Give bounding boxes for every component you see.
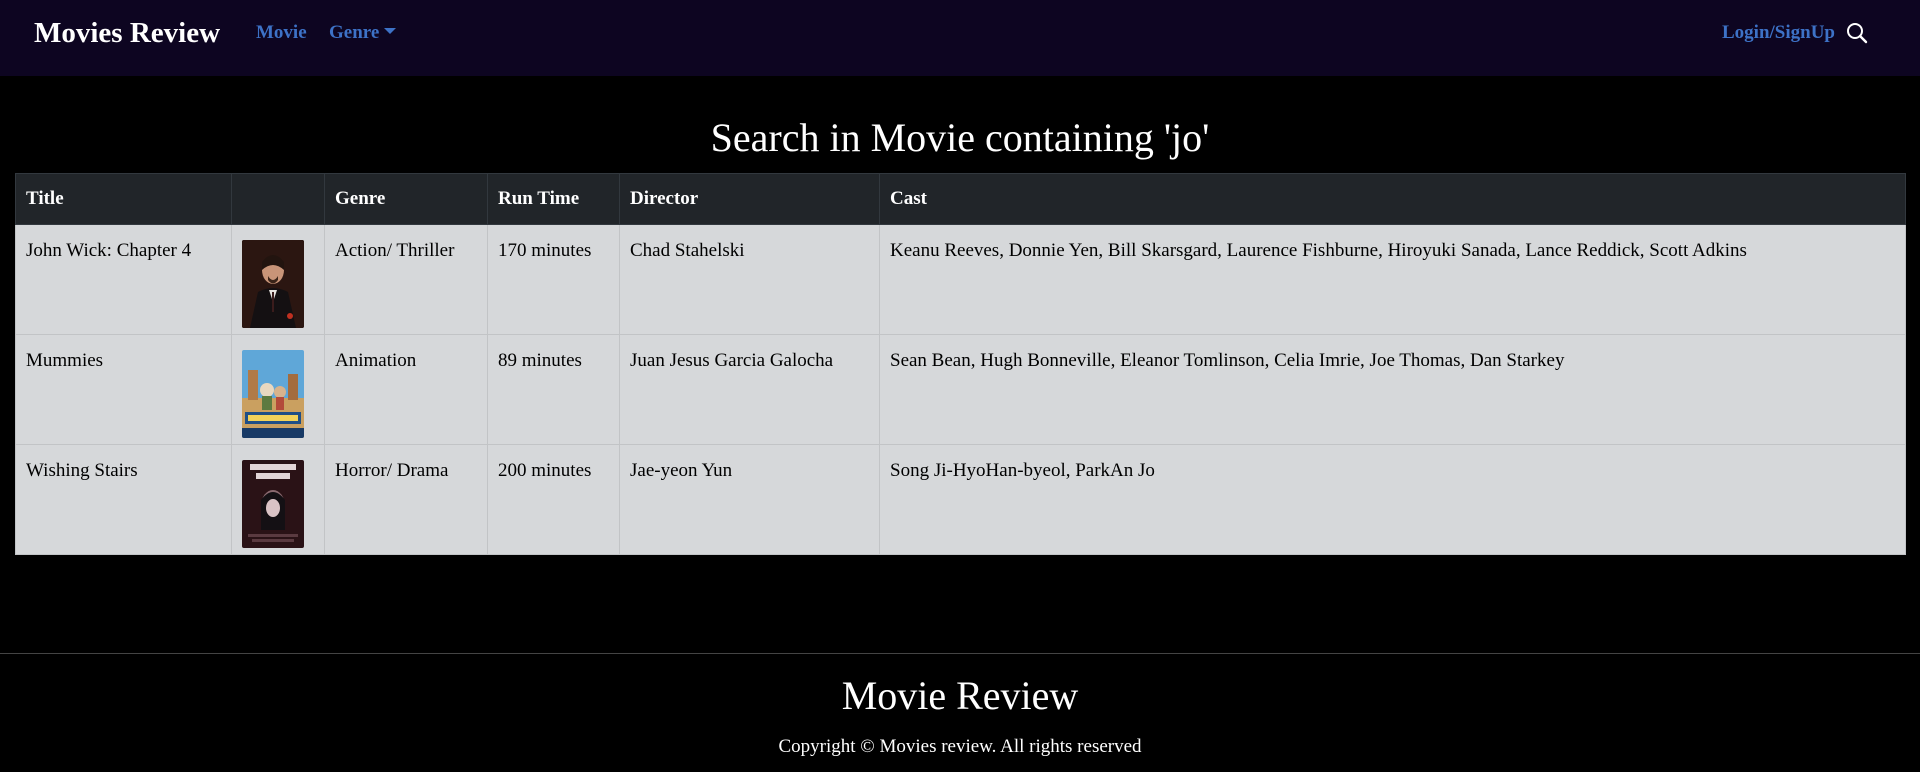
column-header-poster [231, 173, 325, 225]
cell-director: Jae-yeon Yun [619, 444, 880, 555]
movie-poster-image[interactable] [242, 460, 304, 548]
footer-copyright: Copyright © Movies review. All rights re… [778, 736, 1142, 757]
login-signup-link[interactable]: Login/SignUp [1722, 20, 1835, 46]
cell-cast: Sean Bean, Hugh Bonneville, Eleanor Toml… [879, 334, 1906, 445]
table-row[interactable]: Wishing Stairs Horror/ Drama 200 minutes… [15, 444, 1906, 555]
cell-title[interactable]: Mummies [15, 334, 232, 445]
cell-genre: Action/ Thriller [324, 224, 488, 335]
footer-title: Movie Review [841, 673, 1079, 718]
cell-runtime: 200 minutes [487, 444, 620, 555]
cell-title[interactable]: John Wick: Chapter 4 [15, 224, 232, 335]
column-header-director: Director [619, 173, 880, 225]
movie-poster-image[interactable] [242, 240, 304, 328]
column-header-runtime: Run Time [487, 173, 620, 225]
cell-cast: Song Ji-HyoHan-byeol, ParkAn Jo [879, 444, 1906, 555]
table-row[interactable]: John Wick: Chapter 4 Action/ Thriller 17… [15, 224, 1906, 335]
column-header-title: Title [15, 173, 232, 225]
search-results-table: Title Genre Run Time Director Cast John … [15, 173, 1906, 555]
cell-director: Chad Stahelski [619, 224, 880, 335]
cell-poster [231, 334, 325, 445]
cell-genre: Horror/ Drama [324, 444, 488, 555]
search-icon[interactable] [1846, 22, 1868, 44]
cell-poster [231, 444, 325, 555]
table-row[interactable]: Mummies Animation 89 minutes Juan Jesus … [15, 334, 1906, 445]
cell-runtime: 89 minutes [487, 334, 620, 445]
cell-cast: Keanu Reeves, Donnie Yen, Bill Skarsgard… [879, 224, 1906, 335]
table-header-row: Title Genre Run Time Director Cast [15, 173, 1906, 225]
brand-logo-link[interactable]: Movies Review [34, 14, 220, 52]
column-header-cast: Cast [879, 173, 1906, 225]
page-title: Search in Movie containing 'jo' [710, 115, 1210, 160]
cell-genre: Animation [324, 334, 488, 445]
footer-divider [0, 653, 1920, 654]
nav-link-movie[interactable]: Movie [256, 20, 307, 46]
nav-dropdown-genre[interactable]: Genre [329, 20, 397, 46]
cell-director: Juan Jesus Garcia Galocha [619, 334, 880, 445]
cell-runtime: 170 minutes [487, 224, 620, 335]
cell-poster [231, 224, 325, 335]
caret-down-icon [384, 28, 397, 34]
top-navbar: Movies Review Movie Genre Login/SignUp [0, 0, 1920, 76]
movie-poster-image[interactable] [242, 350, 304, 438]
column-header-genre: Genre [324, 173, 488, 225]
cell-title[interactable]: Wishing Stairs [15, 444, 232, 555]
nav-dropdown-genre-label: Genre [329, 22, 380, 43]
